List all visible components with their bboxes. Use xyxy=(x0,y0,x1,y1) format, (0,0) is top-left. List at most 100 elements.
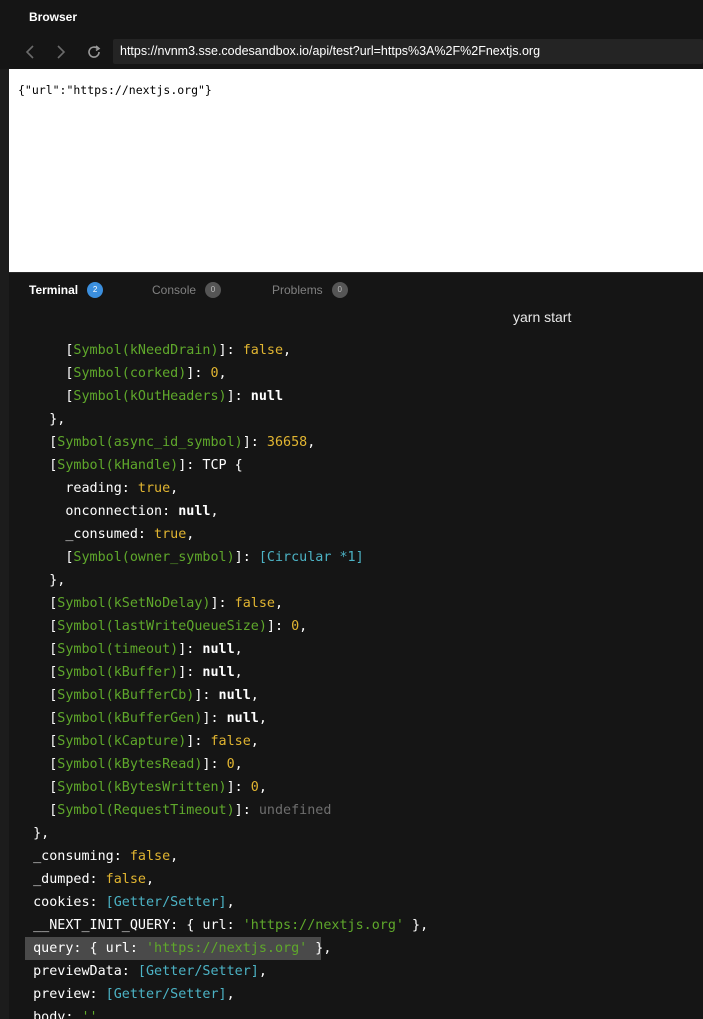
terminal-line: [Symbol(kBytesRead)]: 0, xyxy=(9,753,703,776)
terminal-token: [Circular *1] xyxy=(258,550,364,565)
terminal-token: 'https://nextjs.org' xyxy=(145,941,308,956)
terminal-line-content: [Symbol(lastWriteQueueSize)]: 0, xyxy=(49,619,307,634)
terminal-token: 0 xyxy=(291,619,300,634)
terminal-token: , xyxy=(283,343,292,358)
terminal-token: , xyxy=(234,642,243,657)
terminal-line: }, xyxy=(9,408,703,431)
terminal-line-content: [Symbol(kBuffer)]: null, xyxy=(49,665,243,680)
terminal-token: }, xyxy=(403,918,429,933)
tab-problems[interactable]: Problems 0 xyxy=(272,281,348,299)
tab-label: Console xyxy=(152,283,197,297)
terminal-session-name[interactable]: yarn start xyxy=(513,309,571,325)
terminal-line: [Symbol(kBytesWritten)]: 0, xyxy=(9,776,703,799)
app-root: Browser https://nvnm3.sse.codesandbox.io… xyxy=(0,0,703,1019)
tab-badge: 2 xyxy=(87,282,104,298)
terminal-token: null xyxy=(226,711,259,726)
terminal-token: true xyxy=(137,481,171,496)
terminal-token: Symbol(timeout) xyxy=(57,642,179,657)
terminal-token: null xyxy=(250,389,284,404)
terminal-token: , xyxy=(274,596,284,611)
terminal-token: , xyxy=(226,987,235,1002)
terminal-token: query: { url: xyxy=(33,941,146,956)
terminal-line-content: cookies: [Getter/Setter], xyxy=(33,895,235,910)
terminal-token: onconnection: xyxy=(65,504,179,519)
terminal-line: }, xyxy=(9,822,703,845)
terminal-line-content: [Symbol(kHandle)]: TCP { xyxy=(49,458,243,473)
terminal-line-content: [Symbol(kOutHeaders)]: null xyxy=(65,389,283,404)
refresh-button[interactable] xyxy=(85,43,103,61)
tab-badge: 0 xyxy=(205,282,222,298)
terminal-token: ]: xyxy=(234,803,259,818)
terminal-line: [Symbol(kNeedDrain)]: false, xyxy=(9,339,703,362)
terminal-line-content: [Symbol(async_id_symbol)]: 36658, xyxy=(49,435,315,450)
terminal-line: [Symbol(RequestTimeout)]: undefined xyxy=(9,799,703,822)
terminal-token: Symbol(kHandle) xyxy=(57,458,179,473)
terminal-line: previewData: [Getter/Setter], xyxy=(9,960,703,983)
terminal-token: Symbol(kBytesWritten) xyxy=(57,780,227,795)
terminal-line: [Symbol(kOutHeaders)]: null xyxy=(9,385,703,408)
terminal-token: , xyxy=(307,435,316,450)
terminal-token: true xyxy=(154,527,187,542)
url-input[interactable]: https://nvnm3.sse.codesandbox.io/api/tes… xyxy=(113,39,703,64)
terminal-token: __NEXT_INIT_QUERY: { url: xyxy=(33,918,243,933)
terminal-output[interactable]: [Symbol(kNeedDrain)]: false, [Symbol(cork… xyxy=(9,339,703,1019)
terminal-token: ]: xyxy=(178,665,203,680)
terminal-token: 0 xyxy=(250,780,259,795)
terminal-token: }, xyxy=(49,412,66,427)
terminal-token: , xyxy=(258,711,267,726)
terminal-line: _dumped: false, xyxy=(9,868,703,891)
terminal-token: 0 xyxy=(226,757,235,772)
terminal-token: }, xyxy=(307,941,332,956)
terminal-line: [Symbol(async_id_symbol)]: 36658, xyxy=(9,431,703,454)
terminal-line-content: }, xyxy=(49,412,65,427)
back-button[interactable] xyxy=(21,43,39,61)
terminal-line-content: body: '' xyxy=(33,1010,98,1019)
tab-terminal[interactable]: Terminal 2 xyxy=(29,281,104,299)
terminal-line-content: [Symbol(corked)]: 0, xyxy=(65,366,226,381)
terminal-token: ]: xyxy=(242,435,267,450)
terminal-token: ]: xyxy=(178,642,203,657)
tab-console[interactable]: Console 0 xyxy=(152,281,222,299)
terminal-line-content: [Symbol(kBufferCb)]: null, xyxy=(49,688,259,703)
terminal-token: 36658 xyxy=(266,435,308,450)
terminal-token: , xyxy=(186,527,195,542)
terminal-token: preview: xyxy=(33,987,106,1002)
terminal-line: [Symbol(kSetNoDelay)]: false, xyxy=(9,592,703,615)
terminal-token: ]: xyxy=(226,389,251,404)
terminal-token: null xyxy=(202,665,235,680)
terminal-line: [Symbol(lastWriteQueueSize)]: 0, xyxy=(9,615,703,638)
terminal-token: _consuming: xyxy=(33,849,130,864)
terminal-line-content: [Symbol(kBufferGen)]: null, xyxy=(49,711,267,726)
terminal-token: , xyxy=(299,619,308,634)
devtools-panel: Terminal 2 Console 0 Problems 0 yarn sta… xyxy=(9,272,703,1019)
terminal-token: ]: TCP { xyxy=(178,458,243,473)
terminal-line: reading: true, xyxy=(9,477,703,500)
terminal-line: _consuming: false, xyxy=(9,845,703,868)
terminal-token: ]: xyxy=(226,780,251,795)
terminal-token: false xyxy=(129,849,171,864)
forward-button[interactable] xyxy=(52,43,70,61)
terminal-token: ]: xyxy=(234,550,259,565)
terminal-line-content: onconnection: null, xyxy=(65,504,218,519)
terminal-token: ]: xyxy=(202,711,227,726)
terminal-line-content: [Symbol(RequestTimeout)]: undefined xyxy=(49,803,331,818)
terminal-token: Symbol(kBytesRead) xyxy=(57,757,203,772)
browser-preview: {"url":"https://nextjs.org"} xyxy=(9,69,703,272)
terminal-token: , xyxy=(234,757,243,772)
terminal-token: ]: xyxy=(266,619,292,634)
terminal-token: [Getter/Setter] xyxy=(105,987,227,1002)
terminal-token: null xyxy=(218,688,251,703)
terminal-token: Symbol(kCapture) xyxy=(57,734,187,749)
terminal-line-content: [Symbol(kBytesWritten)]: 0, xyxy=(49,780,267,795)
terminal-token: Symbol(kBufferGen) xyxy=(57,711,203,726)
terminal-token: body: xyxy=(33,1010,82,1019)
terminal-token: Symbol(kBuffer) xyxy=(57,665,179,680)
tab-label: Problems xyxy=(272,283,323,297)
terminal-token: }, xyxy=(33,826,50,841)
terminal-token: ]: xyxy=(186,734,211,749)
terminal-token: , xyxy=(250,734,259,749)
terminal-token: previewData: xyxy=(33,964,138,979)
terminal-line-content: reading: true, xyxy=(65,481,178,496)
preview-json-response: {"url":"https://nextjs.org"} xyxy=(18,83,212,97)
terminal-token: , xyxy=(218,366,227,381)
